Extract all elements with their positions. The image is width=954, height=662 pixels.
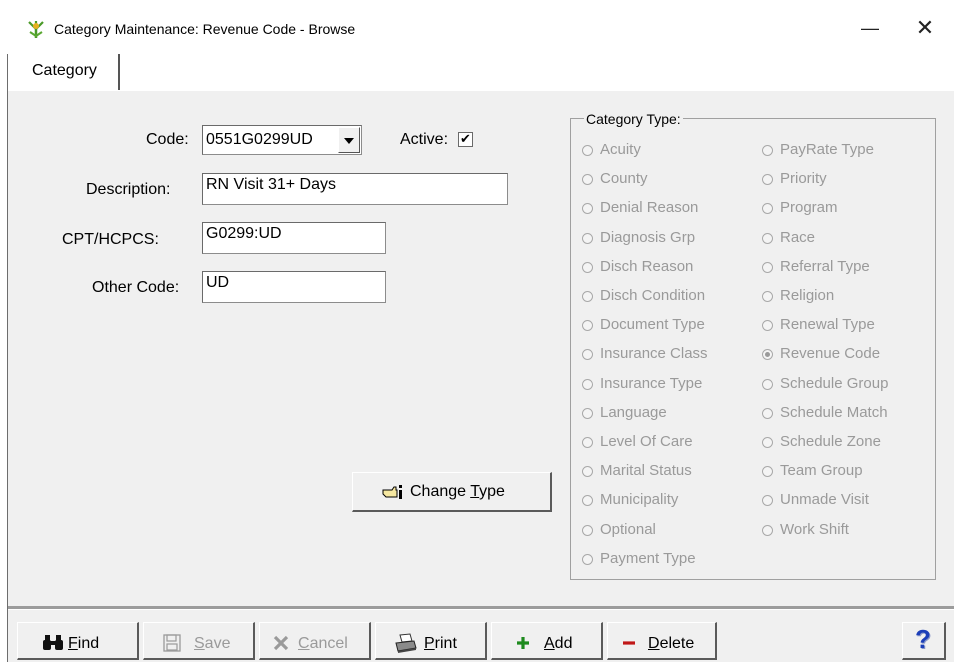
radio-label: Municipality [600, 491, 679, 509]
radio-dot [582, 553, 593, 565]
change-type-label: Change Type [410, 483, 505, 500]
x-icon [273, 635, 289, 651]
radio-dot [582, 437, 593, 448]
radio-dot [582, 524, 593, 536]
other-code-label: Other Code: [92, 279, 180, 296]
radio-label: Insurance Class [600, 345, 708, 363]
cpt-hcpcs-label: CPT/HCPCS: [62, 231, 159, 248]
print-label: Print [424, 635, 457, 652]
radio-label: Religion [780, 287, 835, 304]
radio-dot [582, 407, 593, 419]
minimize-button[interactable]: — [852, 18, 888, 44]
floppy-icon [163, 634, 181, 652]
close-button[interactable]: ✕ [905, 15, 945, 45]
radio-label: Program [780, 199, 838, 217]
radio-dot [762, 437, 773, 448]
radio-label: Level Of Care [600, 433, 693, 450]
radio-label: Diagnosis Grp [600, 228, 696, 246]
binoculars-icon [43, 635, 63, 650]
code-label: Code: [146, 131, 189, 148]
radio-label: Work Shift [780, 520, 849, 538]
radio-label: Race [780, 228, 816, 246]
radio-label: Schedule Zone [780, 433, 881, 450]
cancel-label: Cancel [298, 635, 348, 652]
radio-dot [582, 261, 593, 273]
radio-label: PayRate Type [780, 141, 874, 158]
tab-category-label: Category [32, 62, 97, 79]
app-logo-icon [28, 21, 44, 38]
radio-dot [582, 291, 593, 302]
radio-dot [762, 407, 773, 419]
radio-label: Referral Type [780, 257, 870, 275]
radio-dot [762, 291, 773, 302]
radio-label: Schedule Match [780, 403, 888, 421]
delete-label: Delete [648, 635, 695, 652]
radio-label: Team Group [780, 462, 863, 480]
radio-dot [582, 232, 593, 244]
add-label: Add [544, 635, 573, 652]
description-label: Description: [86, 181, 171, 198]
radio-label: Marital Status [600, 462, 692, 480]
radio-dot [762, 232, 773, 244]
cpt-hcpcs-field[interactable]: G0299:UD [202, 222, 386, 254]
printer-icon [395, 633, 417, 653]
active-checkbox[interactable]: ✔ [458, 132, 473, 147]
radio-label: Payment Type [600, 549, 696, 567]
minus-icon [623, 641, 635, 645]
code-dropdown-button[interactable] [338, 127, 360, 153]
radio-label: Disch Reason [600, 257, 694, 275]
help-icon: ? [915, 624, 931, 654]
find-label: Find [68, 635, 100, 652]
radio-dot [762, 378, 773, 390]
radio-label: Renewal Type [780, 316, 875, 334]
description-field[interactable]: RN Visit 31+ Days [202, 173, 508, 205]
radio-label: County [600, 170, 648, 188]
radio-label: Disch Condition [600, 287, 706, 304]
radio-label: Priority [780, 170, 827, 188]
radio-label: Revenue Code [780, 345, 881, 363]
radio-dot [762, 524, 773, 536]
radio-label: Schedule Group [780, 374, 889, 392]
radio-label: Acuity [600, 141, 641, 158]
radio-label: Document Type [600, 316, 705, 334]
radio-label: Insurance Type [600, 374, 703, 392]
pointing-hand-icon [382, 485, 402, 499]
radio-dot [582, 378, 593, 390]
other-code-field[interactable]: UD [202, 271, 386, 303]
radio-dot [762, 145, 773, 156]
radio-dot [582, 145, 593, 156]
category-type-label: Category Type: [584, 111, 683, 127]
code-value: 0551G0299UD [206, 131, 313, 148]
window-title: Category Maintenance: Revenue Code - Bro… [54, 21, 356, 37]
radio-label: Denial Reason [600, 199, 699, 217]
radio-dot [762, 261, 773, 273]
radio-label: Unmade Visit [780, 491, 869, 509]
radio-label: Optional [600, 520, 656, 538]
radio-label: Language [600, 403, 667, 421]
active-label: Active: [400, 131, 449, 148]
save-label: Save [194, 635, 231, 652]
plus-icon [517, 637, 529, 649]
